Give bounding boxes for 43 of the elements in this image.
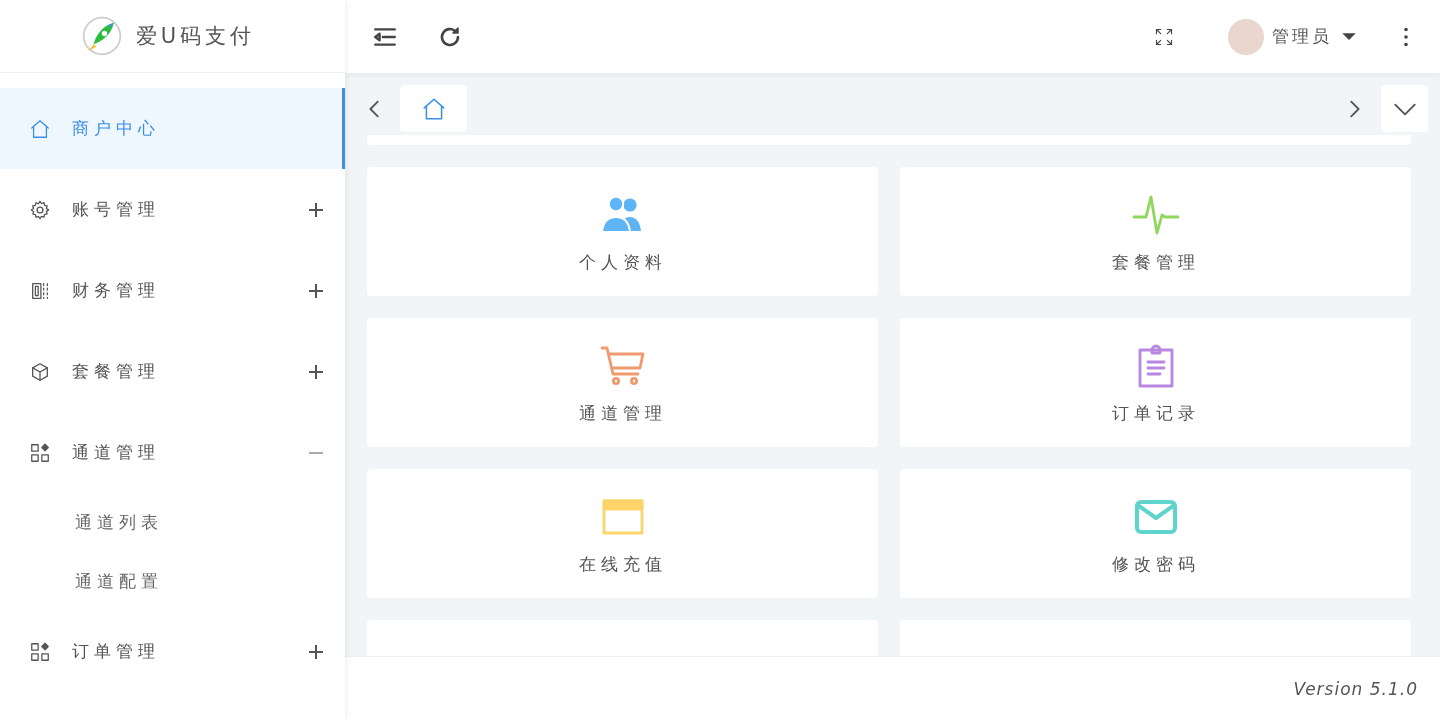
- card-label: 套餐管理: [1111, 251, 1200, 274]
- shortcut-card[interactable]: 在线充值: [367, 469, 878, 598]
- rocket-logo-icon: [81, 16, 122, 56]
- user-menu[interactable]: 管理员: [1228, 18, 1358, 55]
- home-tab[interactable]: [400, 85, 467, 132]
- fullscreen-icon[interactable]: [1154, 26, 1174, 47]
- shortcut-card[interactable]: 个人资料: [367, 167, 878, 296]
- plus-icon: [309, 283, 323, 298]
- avatar: [1228, 18, 1264, 55]
- plus-icon: [309, 644, 323, 659]
- shortcut-card[interactable]: 订单记录: [900, 318, 1411, 447]
- menu-item[interactable]: 财务管理: [0, 250, 345, 331]
- card-label: 通道管理: [578, 402, 667, 425]
- menu-label: 套餐管理: [72, 360, 161, 383]
- apps-icon: [29, 640, 51, 663]
- shortcut-card[interactable]: 通道管理: [367, 318, 878, 447]
- menu-label: 商户中心: [72, 117, 161, 140]
- plus-icon: [309, 202, 323, 217]
- shortcut-card[interactable]: 修改密码: [900, 469, 1411, 598]
- refresh-icon[interactable]: [438, 24, 462, 49]
- menu-label: 订单管理: [72, 640, 161, 663]
- menu-item[interactable]: 通道管理: [0, 412, 345, 493]
- card-label: 修改密码: [1111, 553, 1200, 576]
- card-label: 个人资料: [578, 251, 667, 274]
- minus-icon: [309, 451, 323, 454]
- card-label: 在线充值: [578, 553, 667, 576]
- menu-item[interactable]: 账号管理: [0, 169, 345, 250]
- menu-item[interactable]: 套餐管理: [0, 331, 345, 412]
- submenu-item[interactable]: 通道列表: [0, 493, 345, 552]
- brand-name: 爱U码支付: [135, 23, 256, 50]
- menu-label: 通道管理: [72, 441, 161, 464]
- menu-label: 财务管理: [72, 279, 161, 302]
- cube-icon: [29, 360, 51, 383]
- apps-icon: [29, 441, 51, 464]
- menu-item[interactable]: 订单管理: [0, 611, 345, 692]
- plus-icon: [309, 364, 323, 379]
- gear-icon: [29, 198, 51, 221]
- version-text: Version 5.1.0: [1293, 678, 1418, 699]
- shortcut-card[interactable]: 套餐管理: [900, 167, 1411, 296]
- menu-label: 账号管理: [72, 198, 161, 221]
- home-icon: [29, 117, 51, 140]
- card-label: 订单记录: [1111, 402, 1200, 425]
- submenu-item[interactable]: 通道配置: [0, 552, 345, 611]
